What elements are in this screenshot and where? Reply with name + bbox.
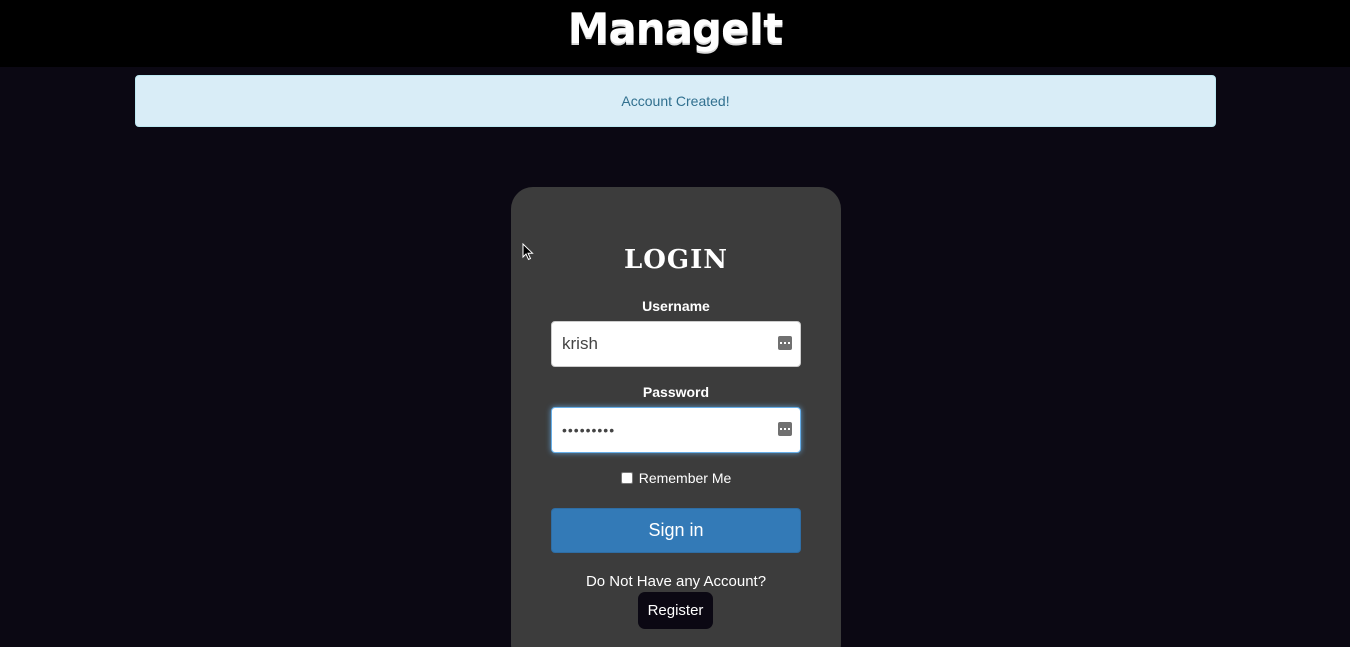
no-account-text: Do Not Have any Account? [585, 573, 767, 590]
brand-logo[interactable]: ManageIt [0, 4, 1350, 53]
remember-me-row[interactable]: Remember Me [511, 470, 841, 486]
account-created-alert: Account Created! [135, 75, 1216, 127]
register-button[interactable]: Register [638, 592, 713, 629]
sign-in-button[interactable]: Sign in [551, 508, 801, 553]
autofill-key-icon[interactable] [778, 336, 792, 350]
username-field[interactable] [551, 321, 801, 367]
login-card: LOGIN Username Password Remember Me Sign… [511, 187, 841, 647]
top-navbar: ManageIt [0, 0, 1350, 67]
password-field[interactable] [551, 407, 801, 453]
remember-me-checkbox[interactable] [620, 472, 633, 484]
username-input[interactable] [552, 322, 772, 366]
mouse-pointer-icon [522, 243, 534, 261]
username-label: Username [642, 298, 710, 314]
autofill-key-icon[interactable] [778, 422, 792, 436]
password-label: Password [642, 384, 710, 400]
password-input[interactable] [552, 408, 772, 452]
login-title: LOGIN [623, 245, 729, 275]
remember-me-label: Remember Me [638, 470, 732, 486]
